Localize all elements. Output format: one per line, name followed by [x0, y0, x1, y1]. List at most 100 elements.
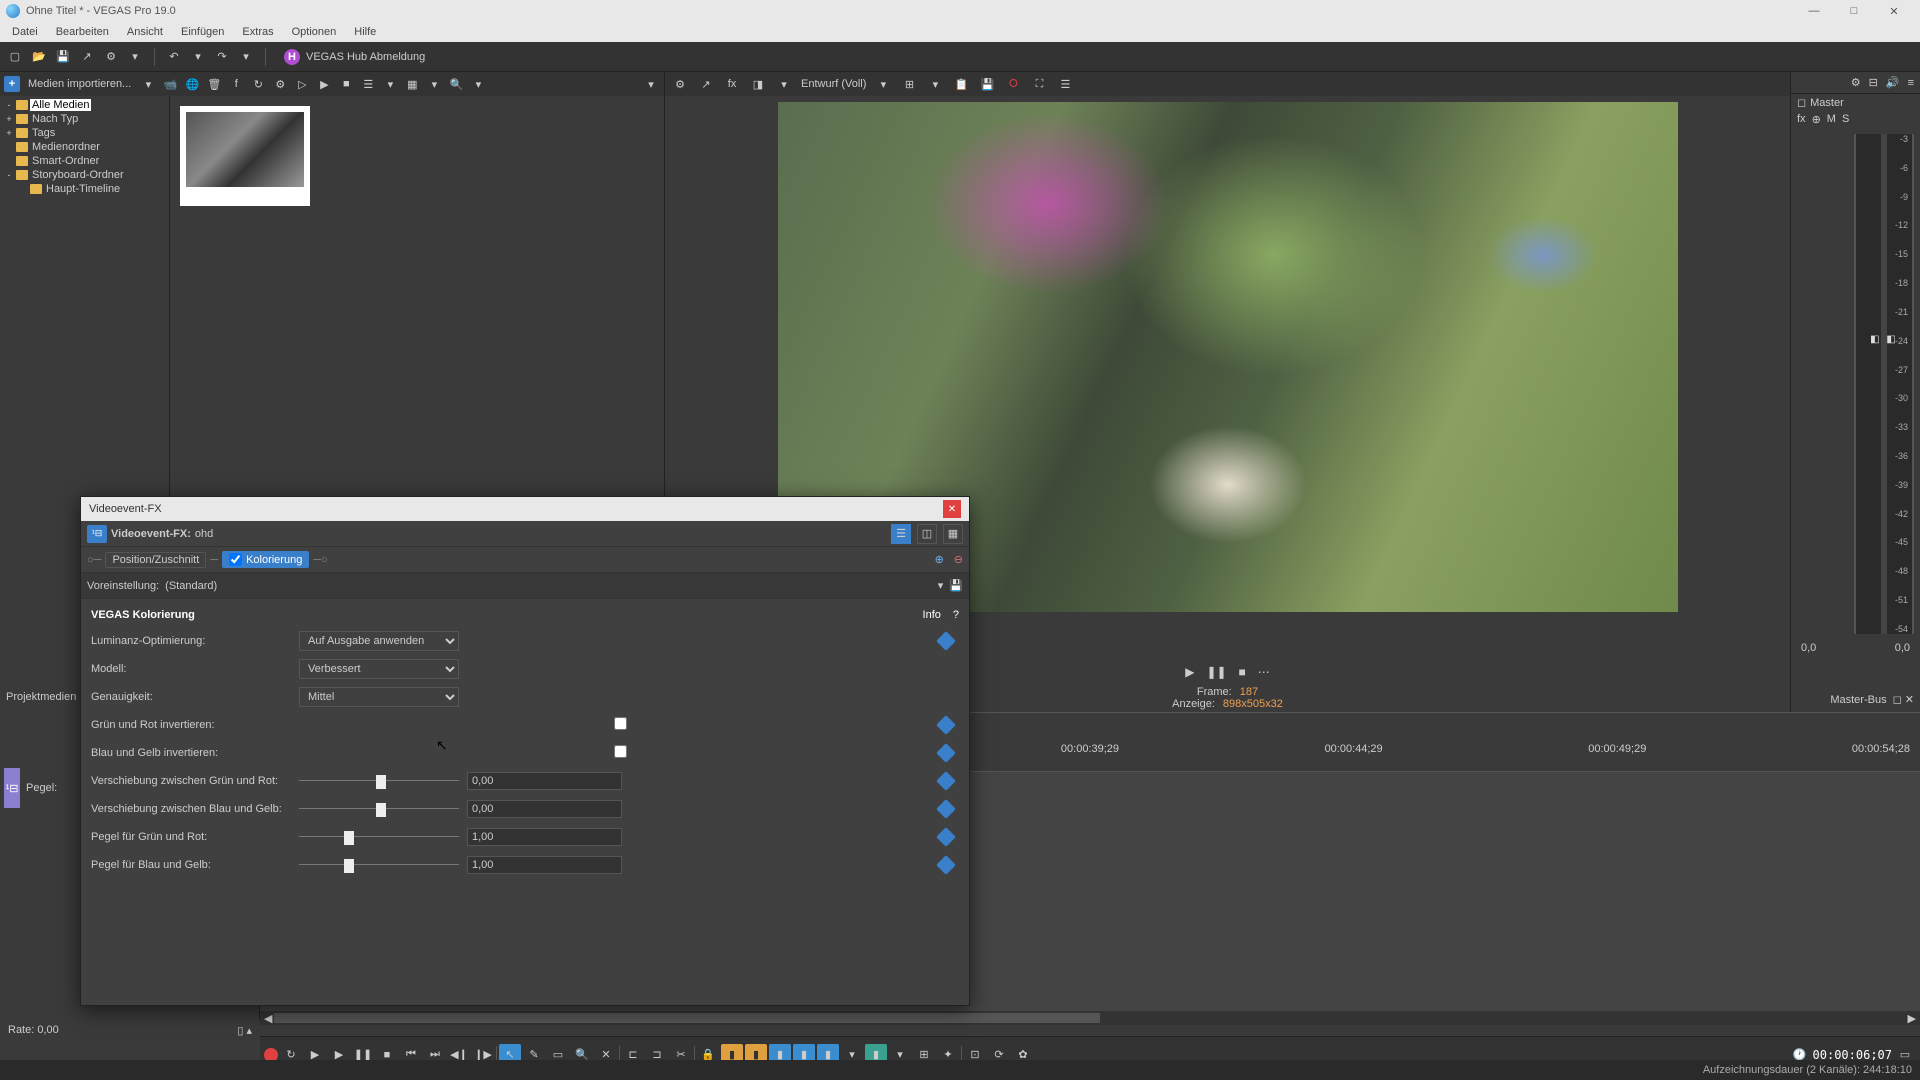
stop-media-icon[interactable]: ■ — [337, 75, 355, 93]
fx-node-pancrop[interactable]: Position/Zuschnitt — [105, 552, 206, 568]
shift-gr-input[interactable] — [467, 772, 622, 790]
mixer-vol-icon[interactable]: 🔊 — [1886, 76, 1900, 89]
master-fx-button[interactable]: fx — [1797, 113, 1806, 126]
preset-value[interactable]: (Standard) — [165, 580, 932, 592]
menu-file[interactable]: Datei — [4, 24, 46, 40]
play-media-icon[interactable]: ▷ — [293, 75, 311, 93]
redo-drop-icon[interactable]: ▾ — [237, 48, 255, 66]
import-drop-icon[interactable]: ▾ — [139, 75, 157, 93]
render-icon[interactable]: ↗ — [78, 48, 96, 66]
refresh-icon[interactable]: ↻ — [249, 75, 267, 93]
views-icon[interactable]: ☰ — [359, 75, 377, 93]
remove-icon[interactable]: 🗑 — [205, 75, 223, 93]
split-icon[interactable]: ◨ — [749, 75, 767, 93]
keyframe-icon[interactable] — [936, 771, 956, 791]
shift-by-slider[interactable] — [299, 802, 459, 816]
quality-label[interactable]: Entwurf (Voll) — [801, 78, 866, 90]
undo-drop-icon[interactable]: ▾ — [189, 48, 207, 66]
tree-smart-folders[interactable]: Smart-Ordner — [0, 154, 169, 168]
maximize-button[interactable]: □ — [1834, 5, 1874, 17]
snapshot-icon[interactable]: 📋 — [952, 75, 970, 93]
keyframe-icon[interactable] — [936, 827, 956, 847]
keyframe-icon[interactable] — [936, 799, 956, 819]
mixer-nodes-icon[interactable]: ⊟ — [1869, 76, 1878, 89]
luminance-select[interactable]: Auf Ausgabe anwenden — [299, 631, 459, 651]
track-number-icon[interactable]: ¹⊟ — [4, 768, 20, 808]
fx-view-panel-button[interactable]: ◫ — [917, 524, 937, 544]
tree-by-type[interactable]: +Nach Typ — [0, 112, 169, 126]
record-preview-icon[interactable]: ⭘ — [1004, 75, 1022, 93]
model-select[interactable]: Verbessert — [299, 659, 459, 679]
thumb-icon[interactable]: ▦ — [403, 75, 421, 93]
tree-storyboards[interactable]: -Storyboard-Ordner — [0, 168, 169, 182]
import-add-icon[interactable]: + — [4, 76, 20, 92]
fx-enable-checkbox[interactable] — [229, 553, 242, 566]
keyframe-icon[interactable] — [936, 855, 956, 875]
get-media-icon[interactable]: 🌐 — [183, 75, 201, 93]
fx-close-button[interactable]: ✕ — [943, 500, 961, 518]
list-preview-icon[interactable]: ☰ — [1056, 75, 1074, 93]
prev-props-icon[interactable]: ⚙ — [671, 75, 689, 93]
info-link[interactable]: Info — [923, 609, 941, 621]
fullscreen-icon[interactable]: ⛶ — [1030, 75, 1048, 93]
fx-view-tree-button[interactable]: ▦ — [943, 524, 963, 544]
level-by-input[interactable] — [467, 856, 622, 874]
keyframe-icon[interactable] — [936, 715, 956, 735]
keyframe-icon[interactable] — [936, 631, 956, 651]
master-bus-tab[interactable]: Master-Bus◻ ✕ — [1830, 693, 1914, 706]
tree-tags[interactable]: +Tags — [0, 126, 169, 140]
fx-node-colorize[interactable]: Kolorierung — [222, 551, 309, 568]
shift-by-input[interactable] — [467, 800, 622, 818]
shift-gr-slider[interactable] — [299, 774, 459, 788]
output-fx-icon[interactable]: fx — [723, 75, 741, 93]
play2-icon[interactable]: ▶ — [315, 75, 333, 93]
level-gr-input[interactable] — [467, 828, 622, 846]
pause-button[interactable]: ❚❚ — [1206, 665, 1226, 679]
preset-drop-icon[interactable]: ▾ — [938, 579, 944, 592]
fx-dialog-title-bar[interactable]: Videoevent-FX ✕ — [81, 497, 969, 521]
media-thumb[interactable] — [180, 106, 310, 206]
tree-main-timeline[interactable]: Haupt-Timeline — [0, 182, 169, 196]
save-snapshot-icon[interactable]: 💾 — [978, 75, 996, 93]
level-gr-slider[interactable] — [299, 830, 459, 844]
media-fx-icon[interactable]: f — [227, 75, 245, 93]
hub-label[interactable]: VEGAS Hub Abmeldung — [306, 51, 425, 63]
save-icon[interactable]: 💾 — [54, 48, 72, 66]
menu-insert[interactable]: Einfügen — [173, 24, 232, 40]
fx-add-button[interactable]: ⊕ — [935, 553, 944, 566]
import-label[interactable]: Medien importieren... — [24, 78, 135, 90]
open-icon[interactable]: 📂 — [30, 48, 48, 66]
stop-button[interactable]: ■ — [1239, 665, 1246, 679]
views-drop-icon[interactable]: ▾ — [381, 75, 399, 93]
tree-all-media[interactable]: -Alle Medien — [0, 98, 169, 112]
preset-save-icon[interactable]: 💾 — [949, 579, 963, 592]
timeline-scrollbar[interactable]: ◀▶ — [260, 1011, 1920, 1025]
overlay-icon[interactable]: ⊞ — [900, 75, 918, 93]
overlay-drop-icon[interactable]: ▾ — [926, 75, 944, 93]
invert-by-checkbox[interactable] — [614, 745, 627, 758]
undo-icon[interactable]: ↶ — [165, 48, 183, 66]
menu-help[interactable]: Hilfe — [346, 24, 384, 40]
menu-edit[interactable]: Bearbeiten — [48, 24, 117, 40]
prev-ext-icon[interactable]: ↗ — [697, 75, 715, 93]
project-media-tab[interactable]: Projektmedien — [6, 691, 76, 703]
accuracy-select[interactable]: Mittel — [299, 687, 459, 707]
fx-view-list-button[interactable]: ☰ — [891, 524, 911, 544]
keyframe-icon[interactable] — [936, 743, 956, 763]
search-drop-icon[interactable]: ▾ — [469, 75, 487, 93]
fx-remove-button[interactable]: ⊖ — [954, 553, 963, 566]
menu-extras[interactable]: Extras — [234, 24, 281, 40]
quality-drop-icon[interactable]: ▾ — [874, 75, 892, 93]
mixer-faders-icon[interactable]: ≡ — [1908, 77, 1914, 89]
invert-gr-checkbox[interactable] — [614, 717, 627, 730]
play-button[interactable]: ▶ — [1185, 665, 1194, 679]
close-button[interactable]: ✕ — [1874, 5, 1914, 18]
mixer-gear-icon[interactable]: ⚙ — [1851, 76, 1861, 89]
properties-icon[interactable]: ⚙ — [102, 48, 120, 66]
media-props-icon[interactable]: ⚙ — [271, 75, 289, 93]
master-solo-button[interactable]: S — [1842, 113, 1849, 126]
capture-icon[interactable]: 📹 — [161, 75, 179, 93]
menu-options[interactable]: Optionen — [284, 24, 345, 40]
more-button[interactable]: ⋯ — [1258, 665, 1270, 679]
level-by-slider[interactable] — [299, 858, 459, 872]
